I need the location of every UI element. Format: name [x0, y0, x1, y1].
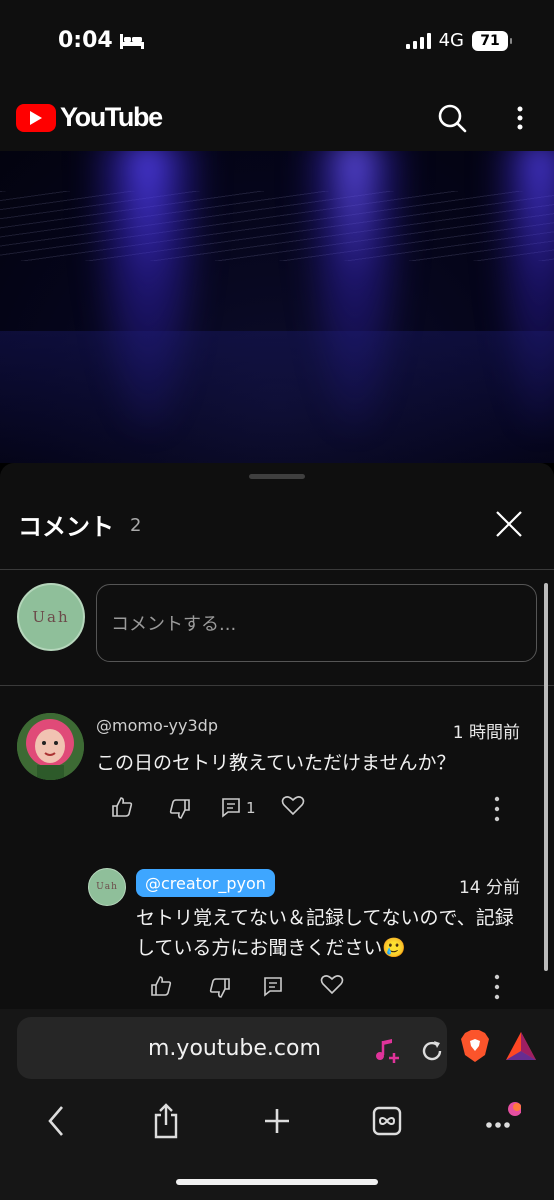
- logo-text: YouTube: [60, 102, 163, 132]
- app-header: YouTube: [0, 84, 554, 151]
- new-tab-button[interactable]: [257, 1101, 297, 1141]
- scrollbar[interactable]: [544, 583, 548, 971]
- dislike-button[interactable]: [207, 975, 233, 1001]
- panel-title: コメント: [18, 513, 114, 541]
- like-button[interactable]: [148, 973, 174, 999]
- reply-time: 14 分前: [458, 878, 520, 898]
- heart-button[interactable]: [319, 971, 345, 997]
- signal-icon: [405, 32, 431, 49]
- close-icon[interactable]: [492, 507, 526, 541]
- reply-author: @creator_pyon: [145, 873, 266, 893]
- battery-level: 71: [480, 32, 500, 49]
- reply-avatar[interactable]: Uah: [88, 868, 126, 906]
- reply-count: 1: [246, 799, 256, 817]
- browser-toolbar: m.youtube.com: [0, 1009, 554, 1200]
- comment-text: この日のセトリ教えていただけませんか？: [96, 752, 456, 774]
- drag-handle[interactable]: [249, 474, 305, 479]
- divider: [0, 569, 554, 570]
- share-icon: [154, 1103, 178, 1139]
- network-type: 4G: [438, 30, 464, 51]
- address-bar[interactable]: m.youtube.com: [17, 1017, 447, 1079]
- comment-count: 2: [130, 515, 142, 536]
- brave-rewards-icon[interactable]: [505, 1031, 537, 1061]
- status-time: 0:04: [58, 28, 113, 53]
- menu-button[interactable]: [481, 1101, 521, 1141]
- back-button[interactable]: [36, 1101, 76, 1141]
- chevron-left-icon: [48, 1106, 63, 1136]
- avatar[interactable]: [17, 713, 84, 780]
- comments-panel: コメント 2 Uah コメントする... @momo-yy3dp 1 時間前 こ…: [0, 463, 554, 1009]
- thumb-up-icon: [151, 976, 172, 996]
- reply-text: セトリ覚えてない＆記録してないので、記録している方にお聞きください🥲: [136, 907, 514, 959]
- my-avatar: Uah: [17, 583, 85, 651]
- reply-avatar-text: Uah: [96, 882, 118, 892]
- play-logo-icon: [16, 103, 56, 132]
- creator-badge[interactable]: @creator_pyon: [136, 869, 275, 897]
- heart-icon: [320, 975, 344, 995]
- status-right: 4G 71: [405, 30, 512, 51]
- heart-button[interactable]: [280, 792, 306, 818]
- music-add-icon[interactable]: [373, 1037, 401, 1065]
- status-bar: 0:04 4G 71: [0, 0, 554, 84]
- reply-icon: [222, 798, 240, 818]
- status-time-group: 0:04: [58, 28, 145, 53]
- comment-author[interactable]: @momo-yy3dp: [96, 716, 218, 735]
- reply-icon: [264, 977, 282, 997]
- heart-icon: [281, 796, 305, 816]
- reply-button[interactable]: [260, 973, 286, 999]
- battery-icon: 71: [472, 30, 512, 51]
- more-vert-icon[interactable]: [508, 102, 532, 134]
- youtube-logo[interactable]: YouTube: [16, 102, 163, 133]
- comment-input-placeholder: コメントする...: [111, 614, 237, 635]
- brave-shield-icon[interactable]: [459, 1029, 491, 1063]
- stage-light-streaks: [0, 191, 554, 261]
- thumb-down-icon: [209, 978, 230, 998]
- search-icon[interactable]: [436, 102, 468, 134]
- video-player[interactable]: [0, 151, 554, 463]
- reload-icon[interactable]: [418, 1037, 446, 1065]
- plus-icon: [265, 1109, 289, 1133]
- stage-haze: [0, 331, 554, 463]
- url-text: m.youtube.com: [148, 1036, 321, 1061]
- share-button[interactable]: [146, 1101, 186, 1141]
- tabs-infinity-icon: [372, 1106, 402, 1136]
- more-horiz-icon: [486, 1102, 521, 1128]
- tabs-button[interactable]: [367, 1101, 407, 1141]
- dislike-button[interactable]: [167, 796, 193, 822]
- bed-icon: [119, 33, 144, 49]
- thumb-down-icon: [169, 799, 190, 819]
- comment-input[interactable]: コメントする...: [96, 584, 537, 662]
- home-indicator[interactable]: [176, 1179, 378, 1185]
- comment-more-icon[interactable]: [492, 796, 502, 822]
- divider: [0, 685, 554, 686]
- my-avatar-text: Uah: [32, 608, 70, 626]
- reply-button[interactable]: [218, 794, 244, 820]
- thumb-up-icon: [112, 797, 133, 817]
- reply-more-icon[interactable]: [492, 974, 502, 1000]
- comment-time: 1 時間前: [452, 723, 520, 743]
- like-button[interactable]: [109, 794, 135, 820]
